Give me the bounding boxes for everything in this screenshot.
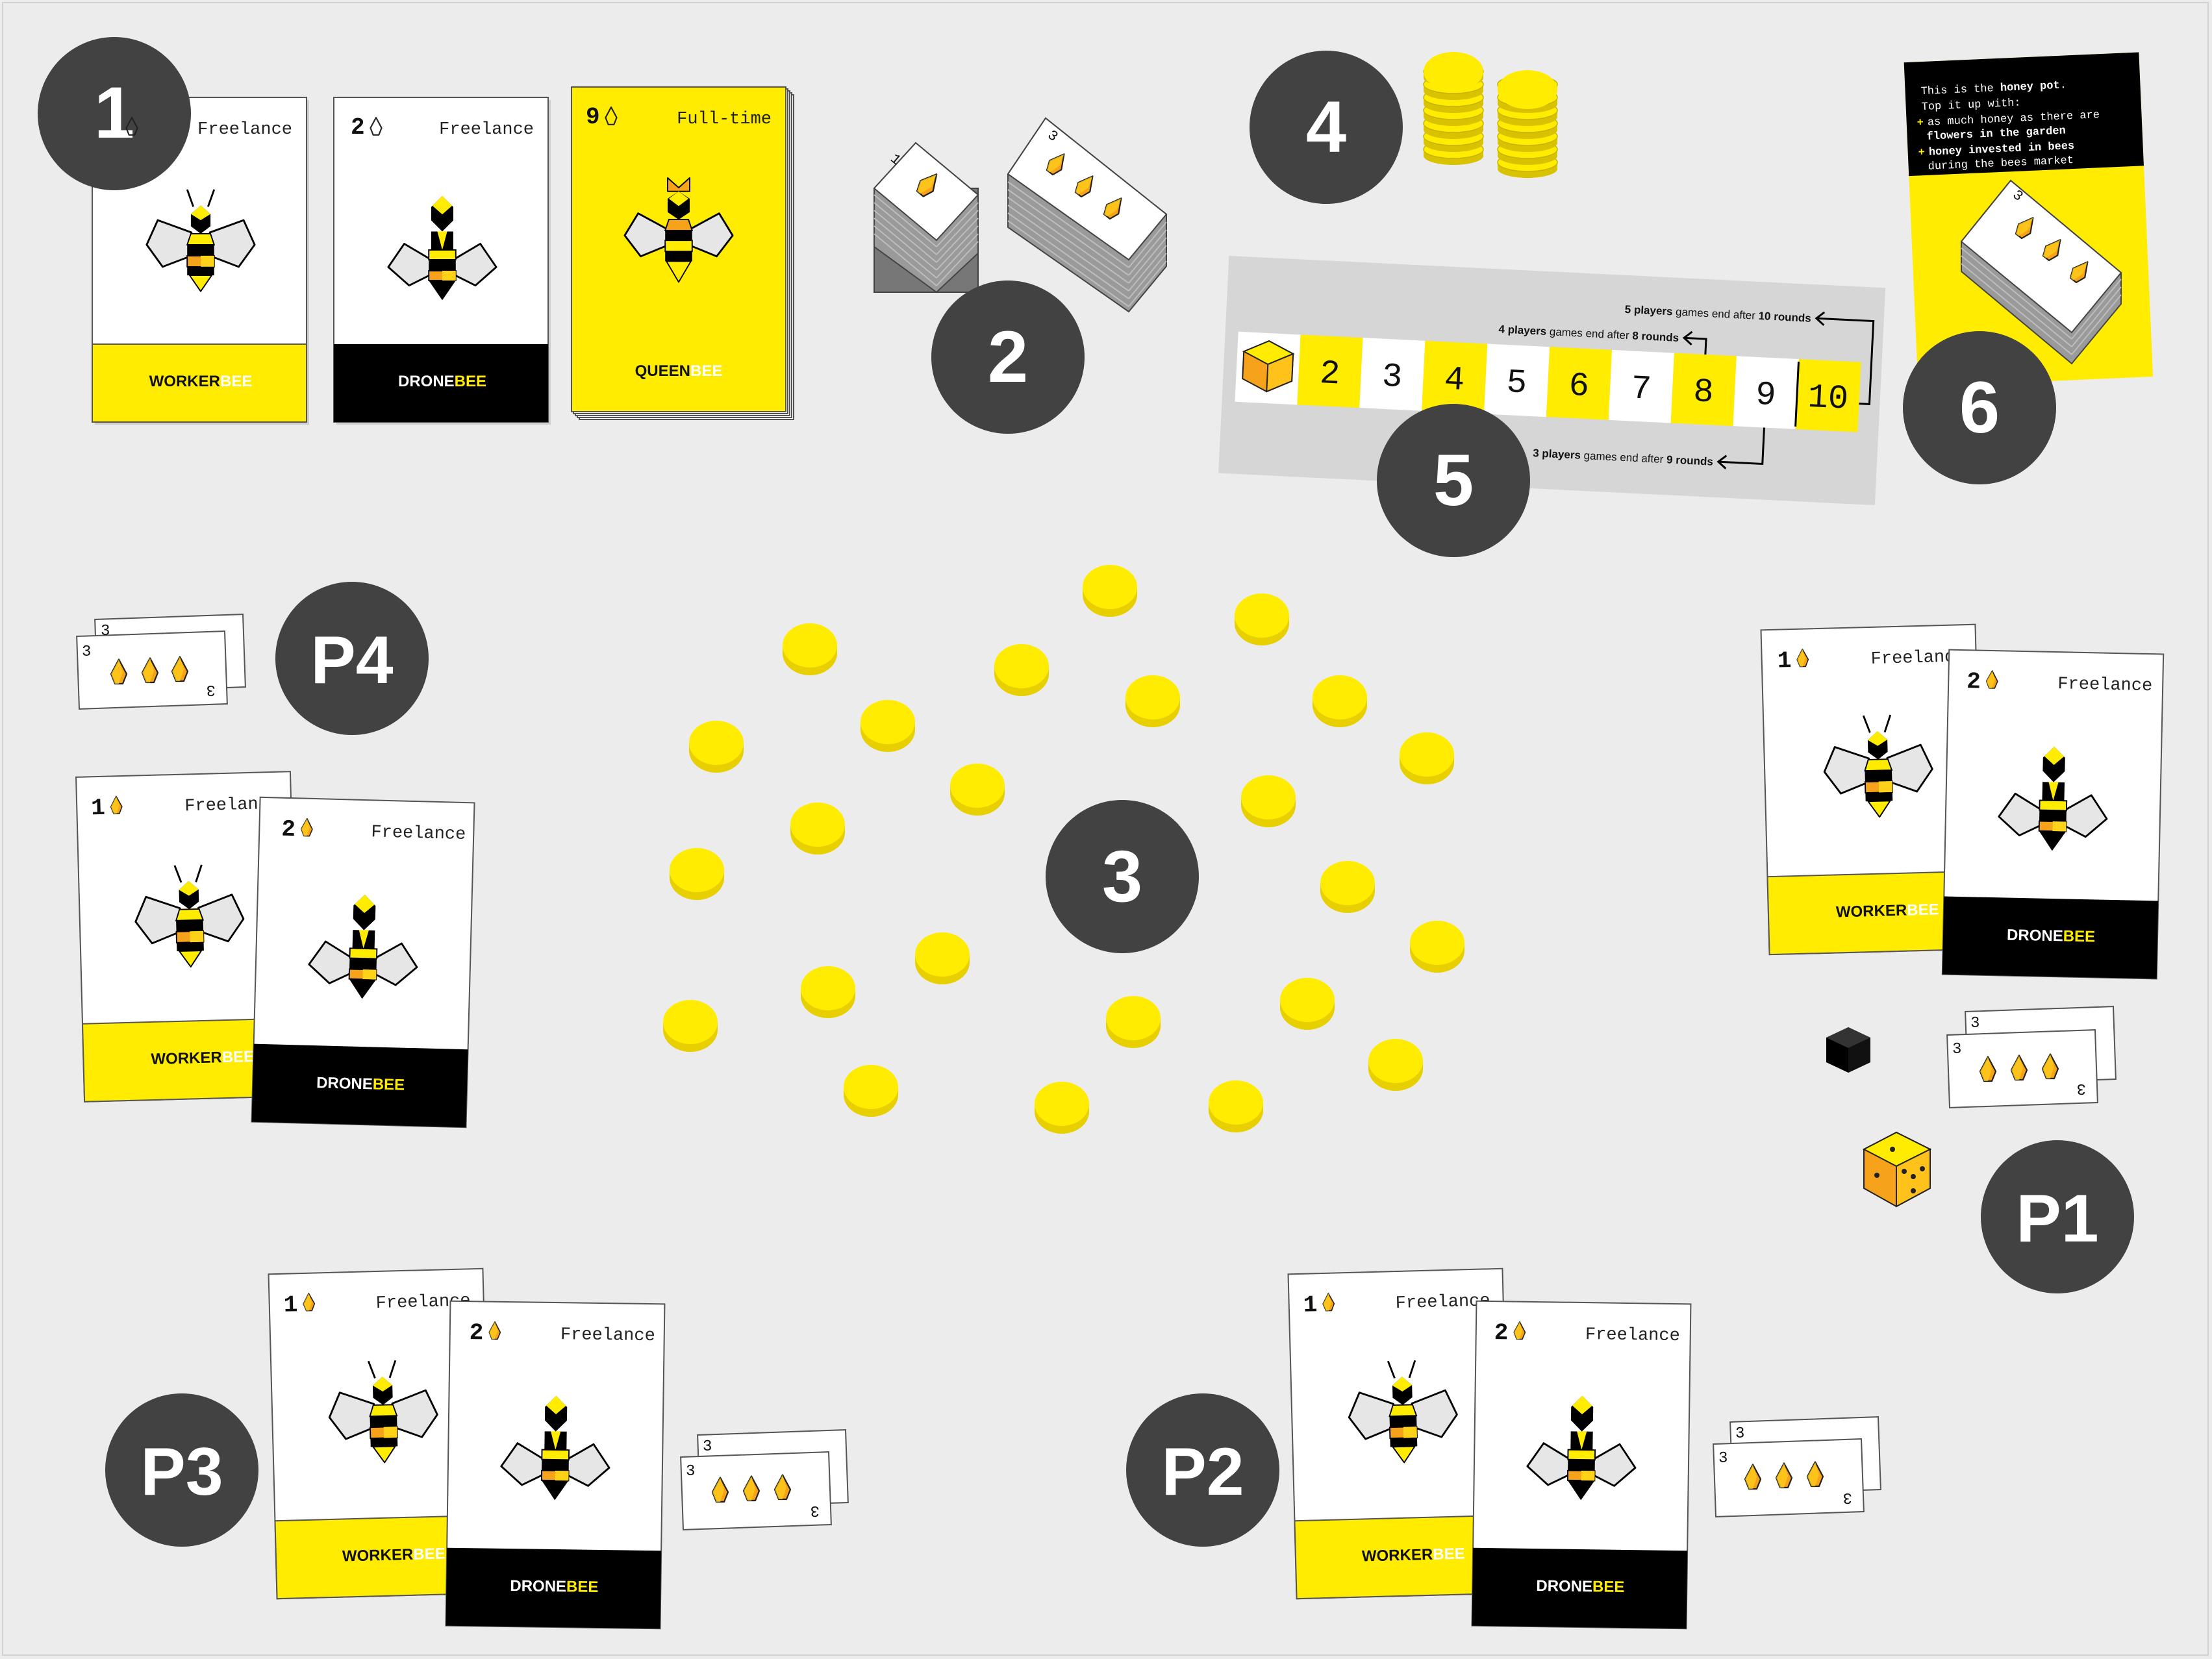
coin-stack-left[interactable] [1423,52,1484,166]
label-p1-text: P1 [2016,1181,2098,1256]
p2-worker-name: WORKERBEE [1362,1545,1465,1565]
label-5-badge: 5 [1377,404,1530,557]
p3-honey-card-value-inverted: 3 [811,1501,820,1519]
track-cell-8: 8 [1692,373,1715,412]
queen-bee-supply-deck[interactable]: 9 Full-time QUEENBEE [571,86,794,420]
p4-honey-card-value-inverted: 3 [207,680,216,698]
label-1-badge: 1 [38,37,191,190]
p4-drone-cost: 2 [281,816,296,843]
p2-honey-card-back-value: 3 [1735,1425,1744,1443]
track-cell-2: 2 [1319,355,1341,393]
p2-honey-card-value-inverted: 3 [1843,1488,1852,1506]
p4-honey-card-value: 3 [82,643,91,661]
p3-drone-cost: 2 [470,1319,484,1346]
p2-drone-type: Freelance [1585,1325,1680,1346]
queen-card-name: QUEENBEE [635,362,723,380]
p4-worker-cost: 1 [91,795,106,822]
p1-honey-card-value-inverted: 3 [2077,1079,2086,1097]
p3-worker-cost: 1 [283,1291,298,1319]
label-p2-text: P2 [1161,1434,1244,1510]
p1-drone-name: DRONEBEE [2007,927,2096,946]
p1-yellow-die[interactable] [1862,1131,1932,1208]
p4-drone-name: DRONEBEE [316,1074,405,1094]
p1-worker-name: WORKERBEE [1836,901,1939,921]
worker-card-type: Freelance [197,120,292,140]
p4-area: 3 3 3 1 Freelance WORKERBEE 2 Freelance … [75,582,475,1129]
p4-honey-cards[interactable]: 3 3 3 [76,614,246,710]
round-track-board: 2 3 4 5 6 7 8 9 10 5 players games end a… [1218,255,1886,505]
p3-drone-card[interactable]: 2 Freelance DRONEBEE [445,1300,666,1630]
p2-drone-cost: 2 [1494,1319,1509,1346]
p1-honey-cards[interactable]: 3 3 3 [1946,1006,2117,1108]
queen-card-type: Full-time [677,110,772,129]
label-4-badge: 4 [1250,51,1403,204]
track-cell-9: 9 [1755,376,1777,415]
p2-drone-name: DRONEBEE [1536,1577,1624,1596]
p1-drone-type: Freelance [2057,675,2152,696]
p3-drone-type: Freelance [560,1325,655,1346]
label-4-text: 4 [1306,86,1346,168]
label-2-badge: 2 [931,281,1085,434]
label-p3-text: P3 [140,1434,223,1510]
p1-area: 1 Freelance WORKERBEE 2 Freelance DRONEB… [1760,623,2165,1293]
label-3-badge: 3 [1046,800,1199,953]
p1-worker-cost: 1 [1777,647,1792,675]
p1-drone-card[interactable]: 2 Freelance DRONEBEE [1941,649,2165,980]
drone-card-name: DRONEBEE [398,373,486,390]
p2-honey-cards[interactable]: 3 3 3 [1713,1416,1881,1517]
p3-area: 1 Freelance WORKERBEE 2 Freelance DRONEB… [105,1267,849,1630]
label-6-text: 6 [1959,367,2000,448]
p4-drone-card[interactable]: 2 Freelance DRONEBEE [251,796,475,1129]
label-3-text: 3 [1102,836,1142,917]
honey-card-deck-3[interactable]: 3 [1007,117,1168,313]
p2-worker-cost: 1 [1303,1291,1318,1319]
track-cell-5: 5 [1505,364,1527,403]
label-6-badge: 6 [1903,331,2056,484]
coin-stack-right[interactable] [1497,70,1558,179]
drone-card-type: Freelance [439,120,534,140]
p4-honey-card-back-value: 3 [101,623,110,640]
p3-honey-cards[interactable]: 3 3 3 [680,1429,849,1530]
drone-bee-supply-card[interactable]: 2 Freelance DRONEBEE [333,97,551,425]
label-p4-badge: P4 [275,582,429,735]
p2-honey-card-value: 3 [1718,1450,1728,1467]
honey-card-deck-1[interactable]: 1 [873,142,979,293]
p4-worker-name: WORKERBEE [151,1048,254,1068]
label-1-text: 1 [94,72,134,153]
track-cell-10: 10 [1807,379,1849,419]
worker-card-name: WORKERBEE [149,373,253,390]
p1-honey-card-value: 3 [1952,1041,1961,1058]
p2-drone-card[interactable]: 2 Freelance DRONEBEE [1471,1300,1692,1630]
track-cell-6: 6 [1568,367,1590,406]
p3-honey-card-back-value: 3 [703,1438,712,1456]
p4-drone-type: Freelance [371,823,466,845]
p3-honey-card-value: 3 [686,1463,695,1480]
track-cell-7: 7 [1630,369,1652,408]
p3-worker-name: WORKERBEE [342,1545,446,1565]
track-cell-4: 4 [1443,360,1465,399]
game-table: Freelance WORKERBEE 2 Freelance DRONEBEE… [38,37,2165,1630]
label-p3-badge: P3 [105,1393,258,1547]
label-2-text: 2 [988,316,1028,397]
label-p1-badge: P1 [1981,1140,2134,1293]
p1-drone-cost: 2 [1967,668,1981,695]
label-5-text: 5 [1433,440,1474,521]
p3-drone-name: DRONEBEE [510,1577,598,1596]
p1-black-cube[interactable] [1826,1027,1870,1073]
p2-area: 1 Freelance WORKERBEE 2 Freelance DRONEB… [1126,1267,1881,1630]
queen-card-cost: 9 [586,104,600,131]
p1-honey-card-back-value: 3 [1970,1015,1979,1032]
label-p2-badge: P2 [1126,1393,1279,1547]
drone-card-cost: 2 [351,114,365,141]
track-cell-3: 3 [1381,358,1403,397]
label-p4-text: P4 [310,623,393,698]
